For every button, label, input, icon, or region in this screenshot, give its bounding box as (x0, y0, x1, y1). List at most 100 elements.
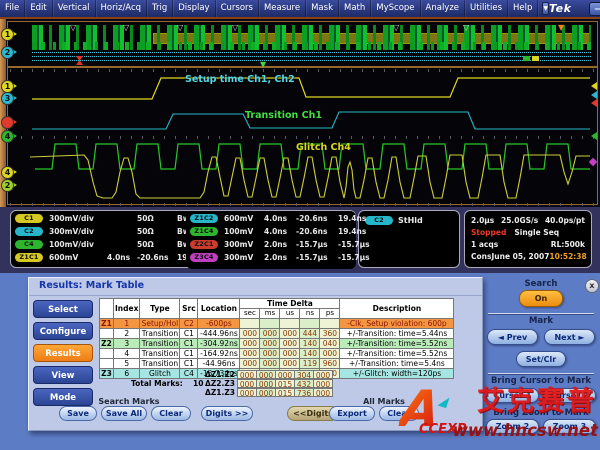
digits-forward-button[interactable]: Digits >> (201, 406, 253, 421)
cursor1-button[interactable]: Cursor 1 (486, 388, 539, 403)
channel-position-marker-4[interactable]: 4 (1, 130, 14, 143)
divider (488, 373, 594, 374)
channel-position-marker-3[interactable]: 3 (1, 92, 14, 105)
all-marks-label: All Marks (339, 397, 429, 406)
divider (488, 313, 594, 314)
col-header-location: Location (198, 299, 240, 319)
readout-value: 50Ω (137, 240, 177, 249)
tab-select[interactable]: Select (33, 300, 93, 318)
readout-value: 50Ω (137, 214, 177, 223)
menu-item-utilities[interactable]: Utilities (465, 0, 508, 17)
save-all-button[interactable]: Save All (101, 406, 147, 421)
channel-position-marker[interactable] (1, 116, 14, 129)
menu-item-measure[interactable]: Measure (259, 0, 306, 17)
mark-table-row[interactable]: 5TransitionC1-44.96ns000000000119960+/-T… (100, 359, 454, 369)
menu-item-cursors[interactable]: Cursors (216, 0, 259, 17)
col-subheader-ps: ps (320, 309, 340, 319)
col-header-type: Type (140, 299, 180, 319)
channel-badge-z1c1[interactable]: Z1C1 (15, 253, 43, 262)
menu-item-mask[interactable]: Mask (306, 0, 339, 17)
date-value: June 05, 2007 (491, 252, 549, 261)
channel-badge-z1c2[interactable]: Z1C2 (190, 214, 218, 223)
prev-mark-button[interactable]: ◄ Prev (487, 329, 538, 345)
channel-badge-c2[interactable]: C2 (15, 227, 43, 236)
clear-search-marks-button[interactable]: Clear (151, 406, 191, 421)
annotation-setup-time: Setup time Ch1, Ch2 (185, 74, 295, 85)
readout-value: 4.0ns (264, 227, 296, 236)
set-clear-mark-button[interactable]: Set/Clr (516, 351, 566, 367)
menu-item-math[interactable]: Math (339, 0, 371, 17)
channel-position-marker-4[interactable]: 4 (1, 166, 14, 179)
channel-position-marker-2[interactable]: 2 (1, 46, 14, 59)
cursor2-button[interactable]: Cursor 2 (543, 388, 596, 403)
readout-value: -20.6ns (137, 253, 177, 262)
menu-overflow-button[interactable]: ▼ (542, 2, 549, 15)
export-button[interactable]: Export (329, 406, 375, 421)
search-on-button[interactable]: On (519, 290, 563, 307)
readout-value: 4.0ns (107, 253, 137, 262)
annotation-transition: Transition Ch1 (245, 110, 322, 121)
minimize-button[interactable]: — (589, 2, 600, 16)
readout-value: 4.0ns (264, 214, 296, 223)
readout-value: 19.4ns (338, 227, 376, 236)
col-subheader-sec: sec (240, 309, 260, 319)
channel-badge-z2c1[interactable]: Z2C1 (190, 240, 218, 249)
bring-zoom-label: Bring Zoom to Mark (482, 408, 600, 418)
mark-table-row[interactable]: 4TransitionC1-164.92ns000000000140000+/-… (100, 349, 454, 359)
mark-table-row[interactable]: 2TransitionC1-444.96ns000000000444360+/-… (100, 329, 454, 339)
total-marks-count: 10 (193, 379, 203, 388)
readout-value: 300mV (224, 240, 264, 249)
delta-row: ΔZ1.Z2000000000304000 (99, 370, 451, 379)
channel-badge-z3c4[interactable]: Z3C4 (190, 253, 218, 262)
menu-item-analyze[interactable]: Analyze (421, 0, 466, 17)
menu-item-horizacq[interactable]: Horiz/Acq (96, 0, 148, 17)
col-subheader-us: us (280, 309, 300, 319)
search-mark-triangle: ▽ (177, 24, 183, 32)
search-mark-triangle: ▽ (393, 24, 399, 32)
menu-item-trig[interactable]: Trig (147, 0, 173, 17)
channel-position-marker-1[interactable]: 1 (1, 28, 14, 41)
search-label: Search (482, 279, 600, 289)
menu-item-vertical[interactable]: Vertical (53, 0, 96, 17)
readout-value: 600mV (224, 214, 264, 223)
menu-item-help[interactable]: Help (508, 0, 538, 17)
menu-item-edit[interactable]: Edit (25, 0, 52, 17)
col-header-src: Src (180, 299, 198, 319)
tab-results[interactable]: Results (33, 344, 93, 362)
cons-label: Cons (471, 252, 491, 261)
col-header-index: Index (114, 299, 140, 319)
time-value: 10:52:38 (549, 252, 586, 261)
menu-item-display[interactable]: Display (173, 0, 215, 17)
next-mark-button[interactable]: Next ► (544, 329, 595, 345)
overview-zoom-marker[interactable] (532, 56, 539, 61)
readout-value: 600mV (49, 253, 107, 262)
zoom3-button[interactable]: Zoom 3 (543, 419, 596, 434)
overview-zoom-marker[interactable] (523, 56, 530, 61)
trace-edge-marker (587, 91, 597, 99)
results-mark-table-dialog: Results: Mark Table SelectConfigureResul… (28, 277, 483, 431)
menu-item-myscope[interactable]: MyScope (371, 0, 420, 17)
delta-row: ΔZ1.Z3000000015736000 (99, 388, 451, 397)
channel-badge-c4[interactable]: C4 (15, 240, 43, 249)
zoom2-button[interactable]: Zoom 2 (486, 419, 539, 434)
mark-table-row[interactable]: Z23TransitionC1-304.92ns000000000140040+… (100, 339, 454, 349)
save-button[interactable]: Save (59, 406, 97, 421)
clear-all-marks-button[interactable]: Clear (379, 406, 419, 421)
trace-edge-marker (587, 82, 597, 90)
search-panel: x Search On Mark ◄ Prev Next ► Set/Clr B… (482, 277, 600, 450)
mark-table-row[interactable]: Z11Setup/HolC2-600ps-Clk, Setup violatio… (100, 319, 454, 329)
zoom-position-triangle: ▼ (260, 61, 266, 69)
tek-logo: Tek (549, 2, 571, 15)
search-mark-triangle: ▽ (123, 24, 129, 32)
tab-configure[interactable]: Configure (33, 322, 93, 340)
channel-position-marker-2[interactable]: 2 (1, 179, 14, 192)
readout-value: 2.0ns (264, 240, 296, 249)
tab-view[interactable]: View (33, 366, 93, 384)
channel-badge-z1c4[interactable]: Z1C4 (190, 227, 218, 236)
menu-item-file[interactable]: File (0, 0, 25, 17)
menu-items: FileEditVerticalHoriz/AcqTrigDisplayCurs… (0, 0, 538, 17)
channel-badge-c1[interactable]: C1 (15, 214, 43, 223)
readout-value: -15.7µs (338, 253, 376, 262)
readout-value: -15.7µs (338, 240, 376, 249)
trace-edge-marker (587, 99, 597, 107)
